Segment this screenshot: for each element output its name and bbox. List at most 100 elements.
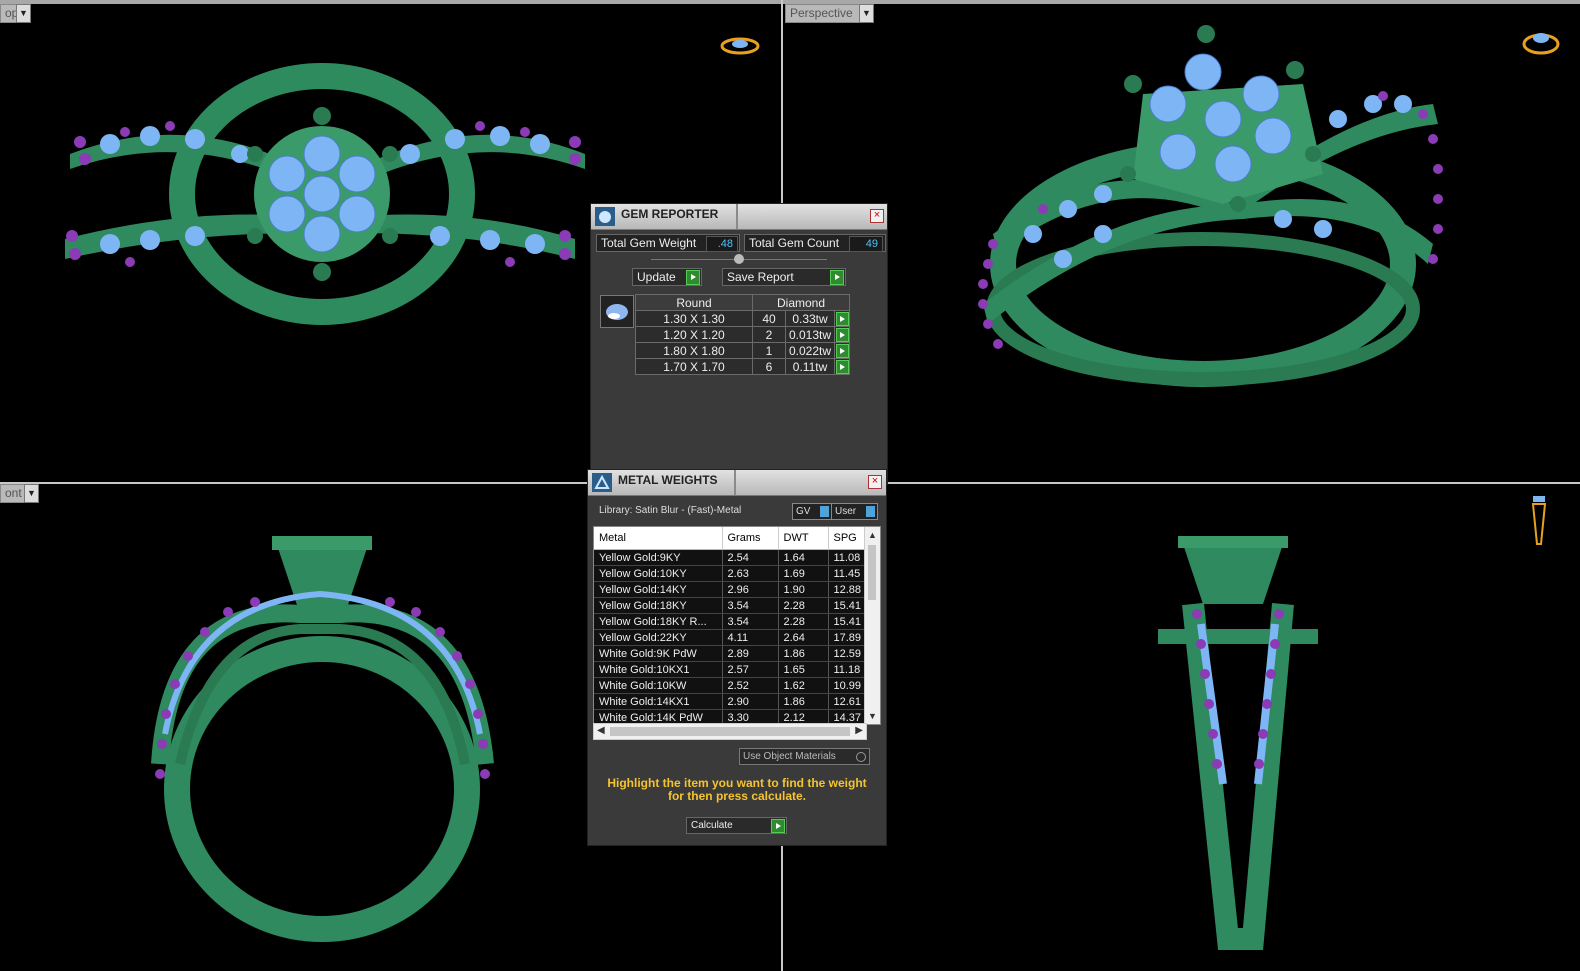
grams-cell: 2.63	[722, 565, 779, 582]
gem-material-header: Diamond	[751, 294, 851, 311]
splitter-handle[interactable]	[734, 254, 744, 264]
dwt-column-header[interactable]: DWT	[778, 527, 829, 550]
spg-cell: 12.59	[828, 645, 865, 662]
metal-table-row[interactable]: Yellow Gold:22KY 4.11 2.64 17.89	[594, 629, 865, 646]
spg-column-header[interactable]: SPG	[828, 527, 865, 550]
metal-table-row[interactable]: White Gold:10KX1 2.57 1.65 11.18	[594, 661, 865, 678]
metal-name-cell: White Gold:9K PdW	[594, 645, 723, 662]
dwt-cell: 1.69	[778, 565, 829, 582]
gem-reporter-panel: GEM REPORTER × Total Gem Weight .48 Tota…	[590, 203, 888, 485]
metal-table: Metal Grams DWT SPG Yellow Gold:9KY 2.54 1…	[594, 527, 865, 724]
gem-shape-header: Round	[635, 294, 753, 311]
update-button[interactable]: Update	[632, 268, 702, 286]
gem-count: 6	[752, 358, 786, 375]
gem-reporter-titlebar[interactable]: GEM REPORTER ×	[591, 204, 887, 230]
gem-row-select-button[interactable]	[834, 358, 851, 375]
scroll-thumb[interactable]	[868, 545, 876, 600]
gem-table-header: Round Diamond	[635, 294, 851, 311]
viewport-dropdown-arrow[interactable]: ▼	[16, 4, 31, 23]
metal-weights-title: METAL WEIGHTS	[618, 473, 718, 487]
spg-cell: 15.41	[828, 613, 865, 630]
viewport-label-perspective[interactable]: Perspective	[785, 4, 862, 23]
metal-table-row[interactable]: Yellow Gold:9KY 2.54 1.64 11.08	[594, 549, 865, 566]
gem-weight: 0.022tw	[784, 342, 836, 359]
gem-reporter-title: GEM REPORTER	[621, 207, 719, 221]
vertical-scrollbar[interactable]: ▲ ▼	[864, 527, 880, 724]
gem-row[interactable]: 1.20 X 1.20 2 0.013tw	[635, 326, 851, 343]
close-icon[interactable]: ×	[868, 475, 882, 489]
scroll-down-icon[interactable]: ▼	[868, 711, 877, 721]
metal-table-row[interactable]: Yellow Gold:10KY 2.63 1.69 11.45	[594, 565, 865, 582]
gem-weight: 0.11tw	[784, 358, 836, 375]
metal-table-row[interactable]: Yellow Gold:14KY 2.96 1.90 12.88	[594, 581, 865, 598]
use-object-materials-label: Use Object Materials	[743, 751, 836, 762]
metal-table-container[interactable]: Metal Grams DWT SPG Yellow Gold:9KY 2.54 1…	[593, 526, 881, 725]
calculate-button-label: Calculate	[691, 820, 733, 831]
metal-weights-panel: METAL WEIGHTS × Library: Satin Blur - (F…	[587, 469, 887, 846]
close-icon[interactable]: ×	[870, 209, 884, 223]
viewport-dropdown-arrow[interactable]: ▼	[24, 484, 39, 503]
metal-name-cell: White Gold:10KX1	[594, 661, 723, 678]
metal-table-row[interactable]: White Gold:9K PdW 2.89 1.86 12.59	[594, 645, 865, 662]
metal-name-cell: White Gold:10KW	[594, 677, 723, 694]
user-toggle[interactable]: User	[831, 503, 878, 520]
total-gem-count-value: 49	[849, 236, 883, 252]
play-icon	[835, 311, 849, 326]
grams-cell: 2.57	[722, 661, 779, 678]
play-icon	[835, 343, 849, 358]
save-report-button[interactable]: Save Report	[722, 268, 846, 286]
dwt-cell: 1.90	[778, 581, 829, 598]
metal-weights-titlebar[interactable]: METAL WEIGHTS ×	[588, 470, 886, 496]
update-button-label: Update	[637, 270, 676, 284]
metal-table-row[interactable]: Yellow Gold:18KY 3.54 2.28 15.41	[594, 597, 865, 614]
view-cube-icon[interactable]	[1519, 26, 1563, 58]
metal-name-cell: Yellow Gold:14KY	[594, 581, 723, 598]
spg-cell: 12.61	[828, 693, 865, 710]
gem-row-select-button[interactable]	[834, 342, 851, 359]
gem-row-select-button[interactable]	[834, 326, 851, 343]
use-object-materials-checkbox[interactable]: Use Object Materials	[739, 748, 870, 765]
gem-row[interactable]: 1.70 X 1.70 6 0.11tw	[635, 358, 851, 375]
spg-cell: 10.99	[828, 677, 865, 694]
metal-name-cell: Yellow Gold:18KY R...	[594, 613, 723, 630]
gv-toggle[interactable]: GV	[792, 503, 832, 520]
viewport-perspective[interactable]: Perspective ▼	[783, 4, 1580, 482]
round-gem-thumbnail[interactable]	[600, 295, 634, 328]
metal-name-cell: Yellow Gold:9KY	[594, 549, 723, 566]
dwt-cell: 1.62	[778, 677, 829, 694]
metal-table-row[interactable]: Yellow Gold:18KY R... 3.54 2.28 15.41	[594, 613, 865, 630]
play-icon	[771, 819, 785, 833]
gem-row[interactable]: 1.80 X 1.80 1 0.022tw	[635, 342, 851, 359]
gem-reporter-icon	[595, 207, 615, 226]
view-cube-icon[interactable]	[1529, 494, 1549, 550]
grams-cell: 4.11	[722, 629, 779, 646]
dwt-cell: 2.28	[778, 613, 829, 630]
calculate-button[interactable]: Calculate	[686, 817, 787, 834]
metal-table-row[interactable]: White Gold:14KX1 2.90 1.86 12.61	[594, 693, 865, 710]
viewport-side[interactable]	[783, 484, 1580, 971]
gem-size: 1.20 X 1.20	[635, 326, 753, 343]
grams-cell: 2.90	[722, 693, 779, 710]
gem-row[interactable]: 1.30 X 1.30 40 0.33tw	[635, 310, 851, 327]
gem-row-select-button[interactable]	[834, 310, 851, 327]
scroll-up-icon[interactable]: ▲	[868, 530, 877, 540]
gem-size: 1.80 X 1.80	[635, 342, 753, 359]
scroll-right-icon[interactable]: ▶	[855, 725, 863, 736]
play-icon	[830, 270, 844, 285]
viewport-dropdown-arrow[interactable]: ▼	[859, 4, 874, 23]
scroll-thumb[interactable]	[610, 727, 850, 736]
user-label: User	[835, 506, 857, 517]
spg-cell: 11.08	[828, 549, 865, 566]
gv-label: GV	[796, 506, 811, 517]
metal-table-row[interactable]: White Gold:10KW 2.52 1.62 10.99	[594, 677, 865, 694]
view-cube-icon[interactable]	[718, 32, 762, 60]
metal-column-header[interactable]: Metal	[594, 527, 723, 550]
horizontal-scrollbar[interactable]: ◀ ▶	[593, 723, 867, 740]
grams-cell: 2.52	[722, 677, 779, 694]
title-separator	[736, 204, 738, 229]
viewport-label-front[interactable]: ont	[0, 484, 27, 503]
grams-column-header[interactable]: Grams	[722, 527, 779, 550]
spg-cell: 17.89	[828, 629, 865, 646]
grams-cell: 2.96	[722, 581, 779, 598]
scroll-left-icon[interactable]: ◀	[597, 725, 605, 736]
